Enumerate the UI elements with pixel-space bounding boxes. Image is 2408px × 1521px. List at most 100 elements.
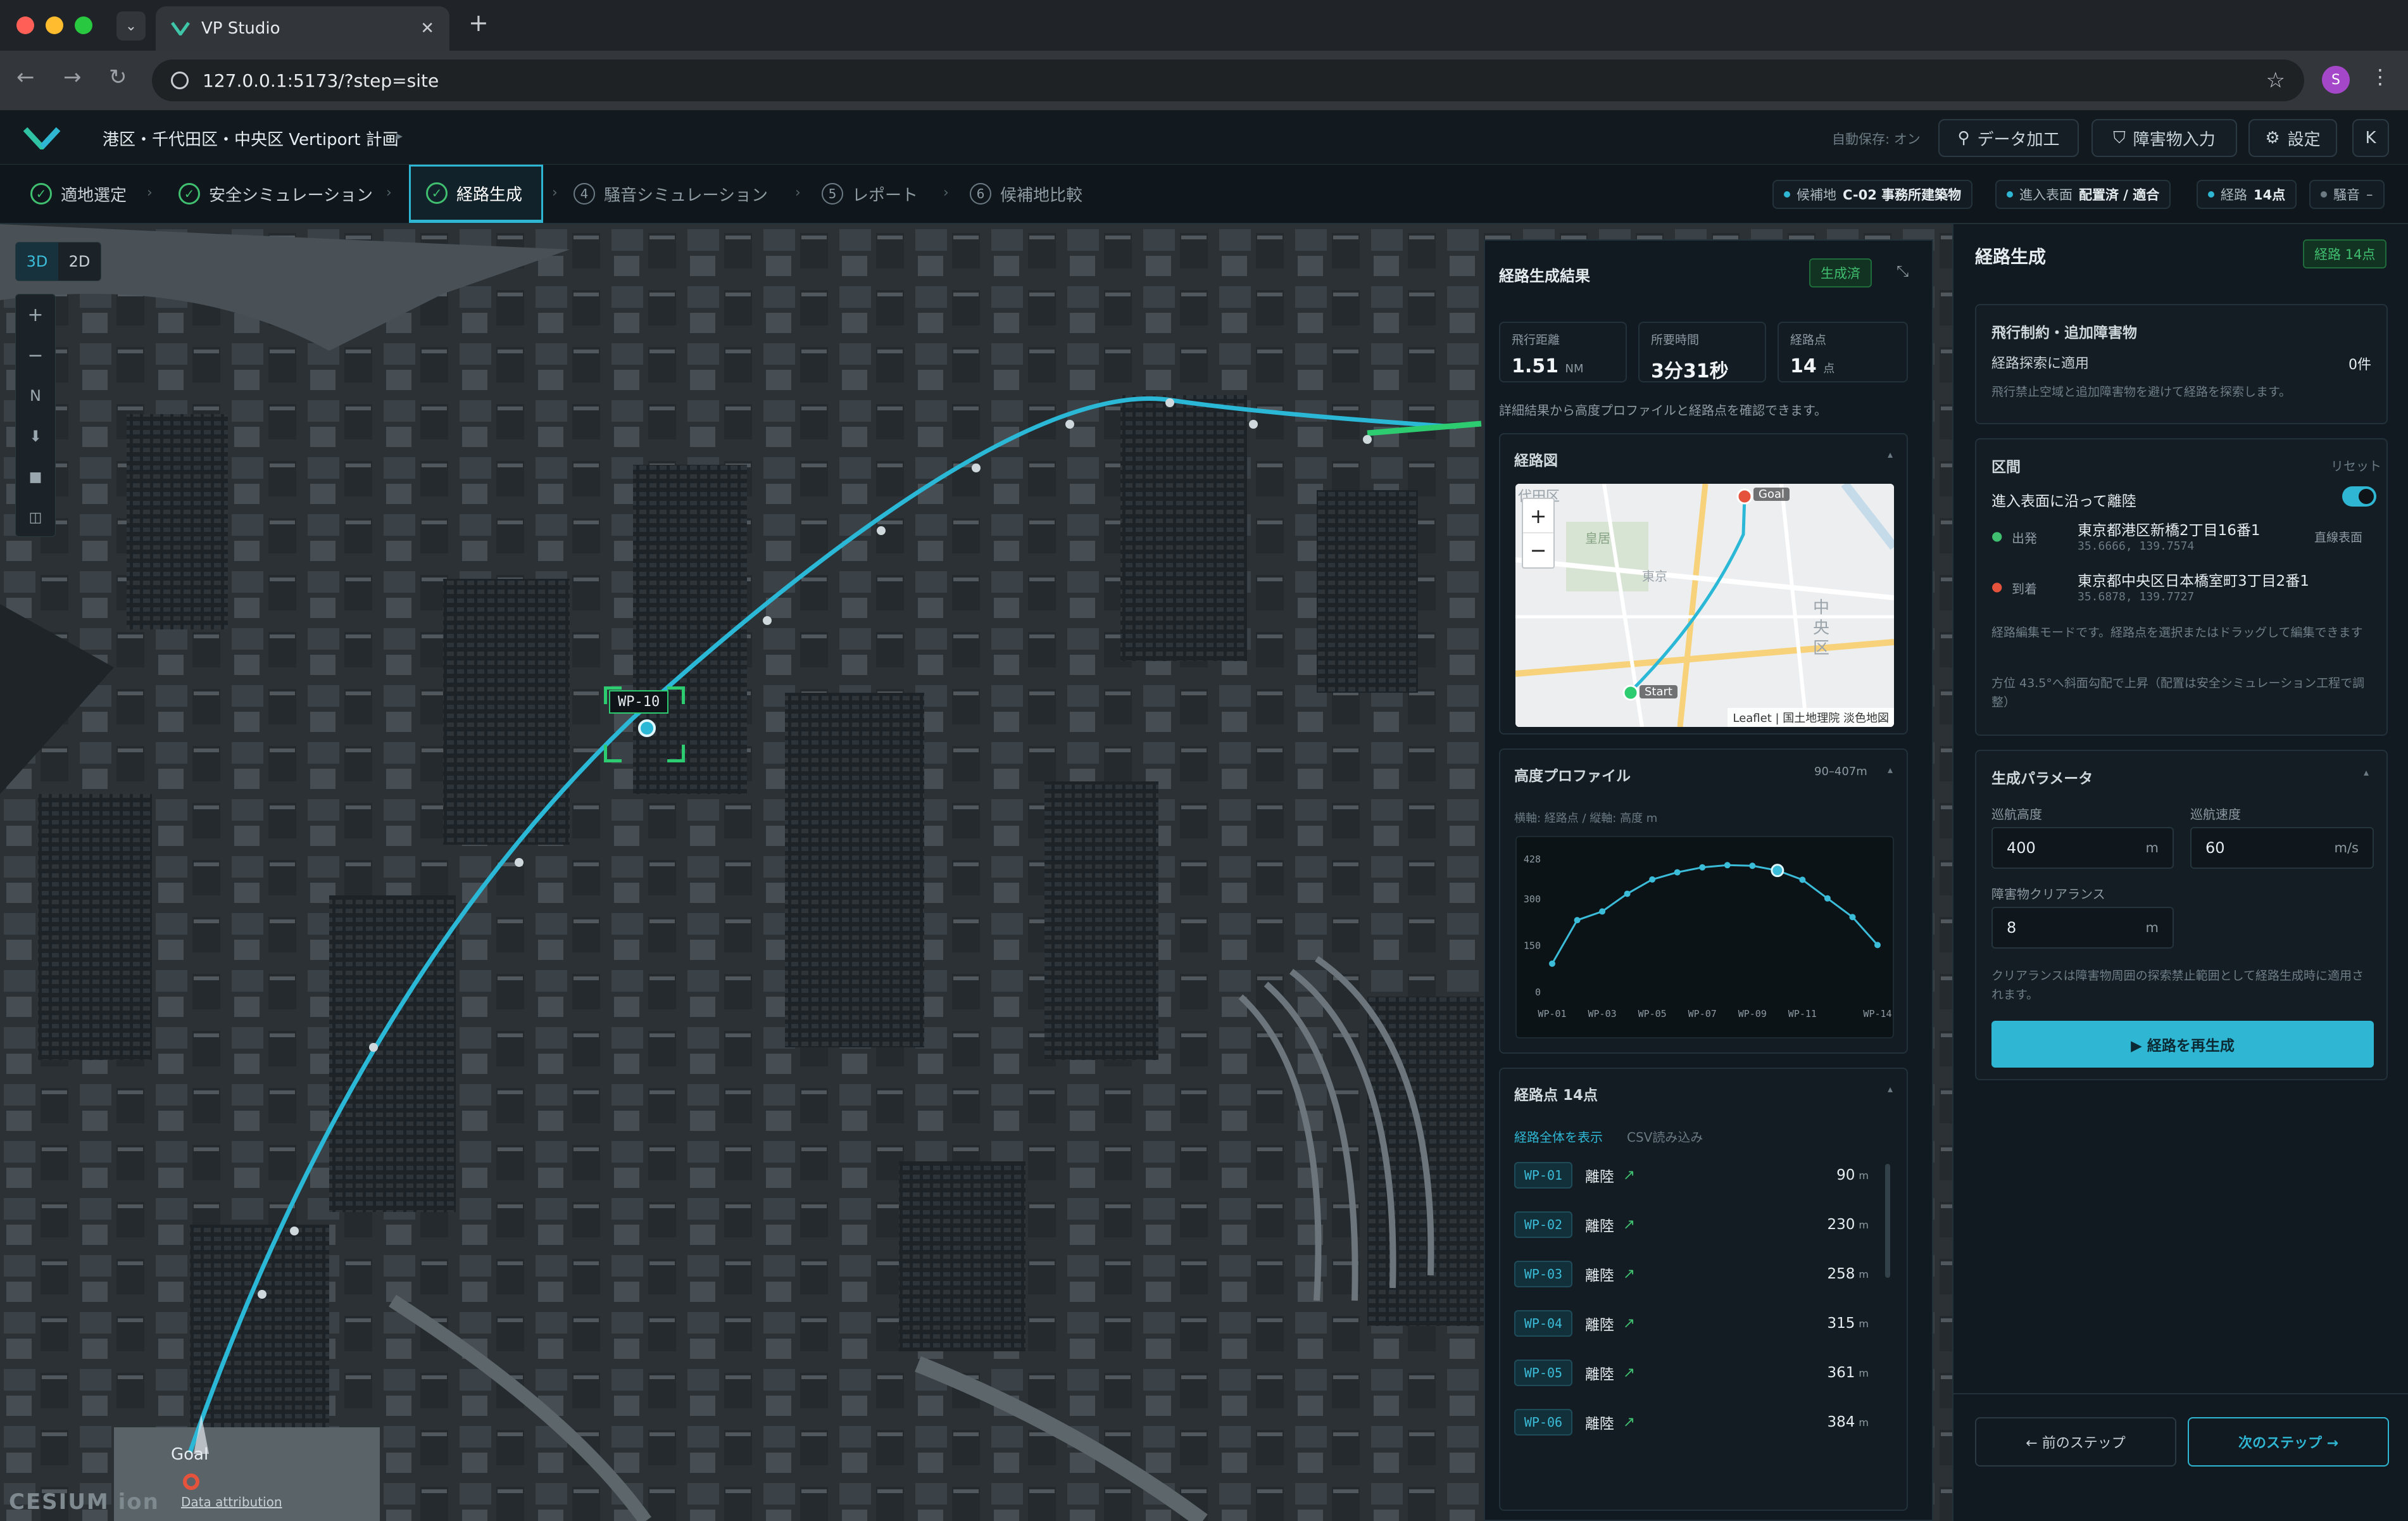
project-title[interactable]: 港区・千代田区・中央区 Vertiport 計画 <box>103 127 399 150</box>
ascend-arrow-icon: ↗ <box>1623 1216 1636 1233</box>
altitude-unit: m <box>1859 1218 1869 1231</box>
bookmark-star-icon[interactable]: ☆ <box>2266 68 2285 93</box>
route-chip[interactable]: 経路 14点 <box>2197 180 2297 209</box>
restrictions-count: 0件 <box>2348 357 2371 373</box>
collapse-caret-icon[interactable]: ▴ <box>1888 764 1893 776</box>
minimap-zoom-out[interactable]: − <box>1523 533 1553 567</box>
cruise-speed-label: 巡航速度 <box>2190 807 2241 822</box>
new-tab-plus-icon[interactable]: + <box>468 9 489 37</box>
profile-avatar[interactable]: S <box>2322 66 2350 94</box>
step-route-generation[interactable]: ✓ 経路生成 <box>409 165 543 223</box>
waypoint-row[interactable]: WP-01 離陸 ↗ 90 m <box>1514 1156 1869 1194</box>
collapse-icon[interactable]: ⤡ <box>1897 262 1909 280</box>
altitude-point <box>1649 876 1656 883</box>
x-tick-label: WP-14 <box>1863 1008 1891 1019</box>
maximize-window-button[interactable] <box>75 16 92 34</box>
site-info-icon[interactable] <box>171 72 189 89</box>
waypoints-title[interactable]: 経路点 14点 <box>1514 1083 1598 1104</box>
minimap-zoom-in[interactable]: + <box>1523 499 1553 533</box>
obstacle-input-button[interactable]: ⛉ 障害物入力 <box>2091 119 2237 157</box>
route-map-title[interactable]: 経路図 <box>1514 448 1558 470</box>
zoom-in-button[interactable]: + <box>16 294 55 335</box>
waypoint-row[interactable]: WP-05 離陸 ↗ 361 m <box>1514 1354 1869 1392</box>
waypoint-row[interactable]: WP-04 離陸 ↗ 315 m <box>1514 1304 1869 1342</box>
csv-import-link[interactable]: CSV読み込み <box>1627 1127 1703 1145</box>
altitude-title[interactable]: 高度プロファイル <box>1514 764 1631 785</box>
close-window-button[interactable] <box>16 16 34 34</box>
settings-button[interactable]: ⚙ 設定 <box>2248 119 2337 157</box>
show-full-route-link[interactable]: 経路全体を表示 <box>1514 1127 1603 1145</box>
toolbar: ← → ↻ 127.0.0.1:5173/?step=site ☆ S ⋮ <box>0 51 2408 110</box>
project-chevron-icon[interactable]: ▸ <box>396 128 403 143</box>
collapse-caret-icon[interactable]: ▴ <box>1888 1083 1893 1095</box>
approach-surface-chip[interactable]: 進入表面 配置済 / 適合 <box>1995 180 2171 209</box>
fullscreen-icon[interactable]: ◫ <box>16 497 55 538</box>
collapse-caret-icon[interactable]: ▴ <box>2364 766 2369 778</box>
step-report[interactable]: 5 レポート <box>822 165 918 223</box>
segment-reset-button[interactable]: リセット <box>2331 456 2381 474</box>
waypoint-row[interactable]: WP-02 離陸 ↗ 230 m <box>1514 1206 1869 1244</box>
departure-address[interactable]: 東京都港区新橋2丁目16番1 <box>2078 518 2261 540</box>
map-controls: + − N ⬇ ■ ◫ <box>15 294 56 537</box>
step-candidate-comparison[interactable]: 6 候補地比較 <box>970 165 1082 223</box>
tab-strip: ⌄ VP Studio ✕ + <box>0 0 2408 51</box>
user-avatar[interactable]: K <box>2352 119 2389 157</box>
altitude-point <box>1624 890 1631 897</box>
view-2d-button[interactable]: 2D <box>58 243 101 281</box>
layer-square-icon[interactable]: ■ <box>16 457 55 497</box>
arrival-address[interactable]: 東京都中央区日本橋室町3丁目2番1 <box>2078 569 2309 590</box>
waypoint-row[interactable]: WP-03 離陸 ↗ 258 m <box>1514 1255 1869 1293</box>
noise-chip[interactable]: 騒音 – <box>2309 180 2385 209</box>
tab-search-chevron-icon[interactable]: ⌄ <box>116 11 146 41</box>
minimap-attribution[interactable]: Leaflet | 国土地理院 淡色地図 <box>1728 708 1894 727</box>
waypoint-id: WP-02 <box>1514 1211 1572 1238</box>
clearance-input[interactable]: 8m <box>1991 907 2174 949</box>
regenerate-route-button[interactable]: ▶ 経路を再生成 <box>1991 1021 2374 1068</box>
address-bar[interactable]: 127.0.0.1:5173/?step=site ☆ <box>152 60 2304 101</box>
status-dot <box>1784 191 1790 198</box>
step-site-selection[interactable]: ✓ 適地選定 <box>30 165 127 223</box>
segment-panel: 区間 リセット 進入表面に沿って離陸 ● 出発 東京都港区新橋2丁目16番1 3… <box>1975 438 2388 736</box>
cruise-speed-input[interactable]: 60 m/s <box>2190 827 2374 869</box>
prev-step-button[interactable]: ← 前のステップ <box>1975 1417 2176 1467</box>
params-panel: 生成パラメータ ▴ 巡航高度 400 m 巡航速度 60 m/s 障害物クリアランス… <box>1975 750 2388 1080</box>
cruise-altitude-input[interactable]: 400 m <box>1991 827 2174 869</box>
kpi-unit: 点 <box>1823 362 1835 376</box>
view-3d-button[interactable]: 3D <box>16 243 58 281</box>
forward-arrow-icon[interactable]: → <box>63 65 82 90</box>
compass-north-button[interactable]: N <box>16 376 55 416</box>
next-step-button[interactable]: 次のステップ → <box>2188 1417 2389 1467</box>
clearance-label: 障害物クリアランス <box>1991 887 2105 902</box>
chip-value: 配置済 / 適合 <box>2079 187 2160 203</box>
step-safety-simulation[interactable]: ✓ 安全シミュレーション <box>179 165 373 223</box>
reload-icon[interactable]: ↻ <box>109 65 127 90</box>
waypoint-row[interactable]: WP-06 離陸 ↗ 384 m <box>1514 1403 1869 1441</box>
restrictions-title: 飛行制約・追加障害物 <box>1991 325 2137 341</box>
kpi-distance: 飛行距離 1.51 NM <box>1499 322 1627 382</box>
altitude-chart[interactable]: 0 150 300 428 WP-01 WP-03 WP-05 WP-07 WP-09 WP-11… <box>1517 837 1893 1037</box>
route-minimap[interactable]: 代田区 皇居 東京 中央区 Goal Start + − Leaflet | 国… <box>1515 484 1894 727</box>
altitude-point <box>1549 960 1555 967</box>
candidate-chip[interactable]: 候補地 C-02 事務所建築物 <box>1772 180 1973 209</box>
app-root: 港区・千代田区・中央区 Vertiport 計画 ▸ 自動保存: オン ⚲ データ… <box>0 110 2408 1521</box>
kpi-label: 経路点 <box>1790 333 1827 347</box>
departure-mode[interactable]: 直線表面 <box>2314 528 2362 545</box>
zoom-out-button[interactable]: − <box>16 335 55 376</box>
step-noise-simulation[interactable]: 4 騒音シミュレーション <box>574 165 768 223</box>
step-separator-icon: › <box>795 185 801 201</box>
ascend-arrow-icon: ↗ <box>1623 1266 1636 1282</box>
tab-close-icon[interactable]: ✕ <box>420 19 434 38</box>
data-attribution-link[interactable]: Data attribution <box>181 1494 282 1510</box>
minimize-window-button[interactable] <box>46 16 63 34</box>
collapse-caret-icon[interactable]: ▴ <box>1888 448 1893 460</box>
clearance-unit: m <box>2145 920 2159 935</box>
data-processing-button[interactable]: ⚲ データ加工 <box>1938 119 2079 157</box>
kpi-value: 3分31秒 <box>1651 360 1729 382</box>
segment-toggle[interactable] <box>2342 486 2376 507</box>
waypoint-list-scrollbar[interactable] <box>1885 1164 1890 1278</box>
route-map-card: 経路図 ▴ 代田区 皇居 東京 中央区 Goal Start + − Leafl… <box>1499 433 1908 735</box>
tilt-down-icon[interactable]: ⬇ <box>16 416 55 457</box>
browser-tab[interactable]: VP Studio ✕ <box>156 6 449 51</box>
back-arrow-icon[interactable]: ← <box>16 65 35 90</box>
browser-menu-icon[interactable]: ⋮ <box>2370 65 2390 89</box>
